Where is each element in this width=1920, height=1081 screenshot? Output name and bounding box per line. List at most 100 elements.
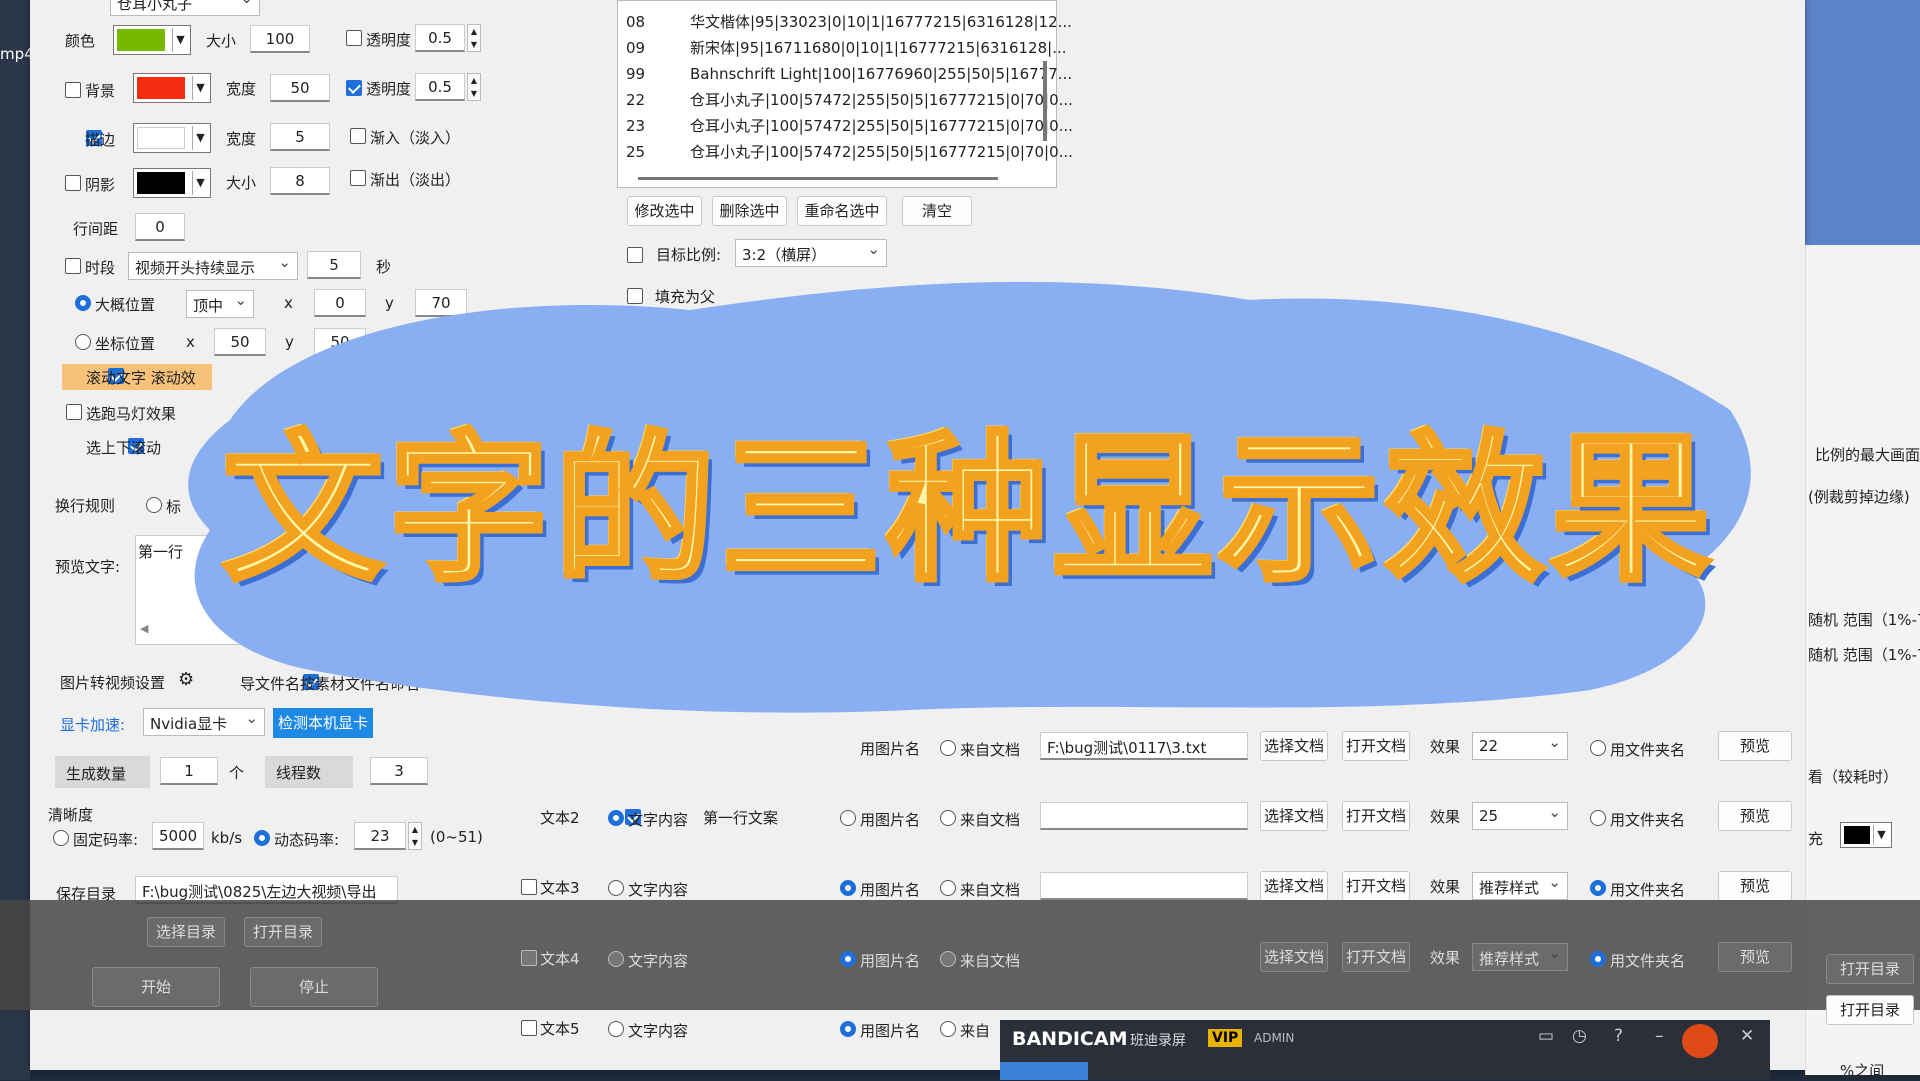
text2-use-folder-radio[interactable] — [1590, 810, 1606, 826]
text4-from-doc-radio[interactable] — [940, 951, 956, 967]
approx-position-radio[interactable] — [75, 295, 91, 311]
opacity-spinner[interactable]: ▲ ▼ — [467, 24, 481, 52]
bg-width-input[interactable]: 50 — [270, 74, 330, 102]
bg-opacity-checkbox[interactable] — [346, 80, 362, 96]
bg-opacity-input[interactable]: 0.5 — [415, 73, 465, 101]
marquee-checkbox[interactable] — [66, 404, 82, 420]
text3-choose-doc-button[interactable]: 选择文档 — [1260, 871, 1328, 901]
text4-preview-button[interactable]: 预览 — [1718, 942, 1792, 972]
text1-effect-select[interactable]: 22 — [1472, 732, 1568, 760]
background-checkbox[interactable] — [65, 82, 81, 98]
stroke-width-input[interactable]: 5 — [270, 123, 330, 151]
text1-open-doc-button[interactable]: 打开文档 — [1342, 731, 1410, 761]
text1-choose-doc-button[interactable]: 选择文档 — [1260, 731, 1328, 761]
text4-content-radio[interactable] — [608, 951, 624, 967]
stroke-color-picker[interactable]: ▼ — [133, 123, 211, 153]
fade-out-checkbox[interactable] — [350, 170, 366, 186]
shadow-checkbox[interactable] — [65, 175, 81, 191]
clock-icon[interactable]: ◷ — [1572, 1026, 1587, 1046]
text5-content-radio[interactable] — [608, 1021, 624, 1037]
list-item[interactable]: 99 Bahnschrift Light|100|16776960|255|50|… — [626, 61, 1072, 87]
text3-path-input[interactable] — [1040, 872, 1248, 900]
list-item[interactable]: 23 仓耳小丸子|100|57472|255|50|5|16777215|0|70… — [626, 113, 1073, 139]
shadow-size-input[interactable]: 8 — [270, 167, 330, 195]
start-button[interactable]: 开始 — [92, 967, 220, 1007]
delete-selected-button[interactable]: 删除选中 — [712, 196, 787, 226]
folder-icon[interactable]: ▭ — [1538, 1026, 1554, 1046]
text3-effect-select[interactable]: 推荐样式 — [1472, 872, 1568, 900]
text3-use-folder-radio[interactable] — [1590, 880, 1606, 896]
font-select[interactable]: 仓耳小丸子 — [110, 0, 260, 16]
text3-img-radio[interactable] — [840, 880, 856, 896]
dynamic-bitrate-spinner[interactable]: ▲ ▼ — [408, 822, 422, 850]
style-listbox[interactable]: 08 华文楷体|95|33023|0|10|1|16777215|6316128|… — [617, 0, 1073, 188]
text3-open-doc-button[interactable]: 打开文档 — [1342, 871, 1410, 901]
text2-content-value[interactable]: 第一行文案 — [703, 807, 778, 828]
bandicam-mode-tab[interactable] — [1000, 1062, 1088, 1080]
rename-selected-button[interactable]: 重命名选中 — [797, 196, 887, 226]
color-picker[interactable]: ▼ — [113, 25, 191, 55]
stop-button[interactable]: 停止 — [250, 967, 378, 1007]
text3-content-radio[interactable] — [608, 880, 624, 896]
list-item[interactable]: 25 仓耳小丸子|100|57472|255|50|5|16777215|0|70… — [626, 139, 1073, 165]
list-item[interactable]: 22 仓耳小丸子|100|57472|255|50|5|16777215|0|70… — [626, 87, 1073, 113]
fixed-bitrate-radio[interactable] — [53, 830, 69, 846]
size-input[interactable]: 100 — [250, 25, 310, 53]
text4-choose-doc-button[interactable]: 选择文档 — [1260, 942, 1328, 972]
text1-from-doc-radio[interactable] — [940, 740, 956, 756]
shadow-color-picker[interactable]: ▼ — [133, 168, 211, 198]
text2-from-doc-radio[interactable] — [940, 810, 956, 826]
help-icon[interactable]: ? — [1614, 1026, 1623, 1046]
fixed-bitrate-input[interactable]: 5000 — [152, 822, 204, 850]
scrollbar-vertical[interactable] — [1043, 61, 1047, 141]
text2-preview-button[interactable]: 预览 — [1718, 801, 1792, 831]
target-ratio-checkbox[interactable] — [627, 247, 643, 263]
fade-in-checkbox[interactable] — [350, 128, 366, 144]
right-open-dir-button-1[interactable]: 打开目录 — [1826, 954, 1914, 984]
open-dir-button[interactable]: 打开目录 — [244, 917, 322, 947]
clear-button[interactable]: 清空 — [902, 196, 972, 226]
dynamic-bitrate-radio[interactable] — [254, 830, 270, 846]
text2-content-radio[interactable] — [608, 810, 624, 826]
text4-checkbox[interactable] — [521, 950, 537, 966]
minimize-icon[interactable]: – — [1655, 1026, 1664, 1046]
text4-img-radio[interactable] — [840, 951, 856, 967]
text2-effect-select[interactable]: 25 — [1472, 802, 1568, 830]
period-checkbox[interactable] — [65, 258, 81, 274]
record-button[interactable] — [1682, 1024, 1718, 1058]
text4-use-folder-radio[interactable] — [1590, 951, 1606, 967]
right-color-picker[interactable]: ▼ — [1840, 822, 1892, 848]
text3-from-doc-radio[interactable] — [940, 880, 956, 896]
threads-input[interactable]: 3 — [370, 757, 428, 785]
text5-checkbox[interactable] — [521, 1020, 537, 1036]
dynamic-bitrate-input[interactable]: 23 — [354, 822, 406, 850]
text3-preview-button[interactable]: 预览 — [1718, 871, 1792, 901]
vip-badge[interactable]: VIP — [1208, 1029, 1243, 1047]
list-item[interactable]: 09 新宋体|95|16711680|0|10|1|16777215|631612… — [626, 35, 1067, 61]
modify-selected-button[interactable]: 修改选中 — [627, 196, 702, 226]
list-item[interactable]: 08 华文楷体|95|33023|0|10|1|16777215|6316128|… — [626, 9, 1072, 35]
scrollbar-horizontal[interactable] — [638, 177, 998, 180]
close-icon[interactable]: ✕ — [1740, 1026, 1754, 1046]
text1-path-input[interactable]: F:\bug测试\0117\3.txt — [1040, 732, 1248, 760]
line-spacing-input[interactable]: 0 — [135, 213, 185, 241]
right-open-dir-button-2[interactable]: 打开目录 — [1826, 995, 1914, 1025]
desktop-file-label[interactable]: mp4 — [0, 45, 34, 63]
scroll-left-icon[interactable]: ◀ — [140, 622, 148, 635]
wrap-option-radio[interactable] — [146, 497, 162, 513]
text2-choose-doc-button[interactable]: 选择文档 — [1260, 801, 1328, 831]
text3-checkbox[interactable] — [521, 879, 537, 895]
text2-img-radio[interactable] — [840, 810, 856, 826]
text1-use-folder-radio[interactable] — [1590, 740, 1606, 756]
text5-from-doc-radio[interactable] — [940, 1021, 956, 1037]
text5-img-radio[interactable] — [840, 1021, 856, 1037]
choose-dir-button[interactable]: 选择目录 — [147, 917, 225, 947]
text1-preview-button[interactable]: 预览 — [1718, 731, 1792, 761]
gen-count-input[interactable]: 1 — [160, 757, 218, 785]
text2-open-doc-button[interactable]: 打开文档 — [1342, 801, 1410, 831]
text2-path-input[interactable] — [1040, 802, 1248, 830]
background-color-picker[interactable]: ▼ — [133, 73, 211, 103]
text4-open-doc-button[interactable]: 打开文档 — [1342, 942, 1410, 972]
opacity-input[interactable]: 0.5 — [415, 24, 465, 52]
bg-opacity-spinner[interactable]: ▲ ▼ — [467, 73, 481, 101]
